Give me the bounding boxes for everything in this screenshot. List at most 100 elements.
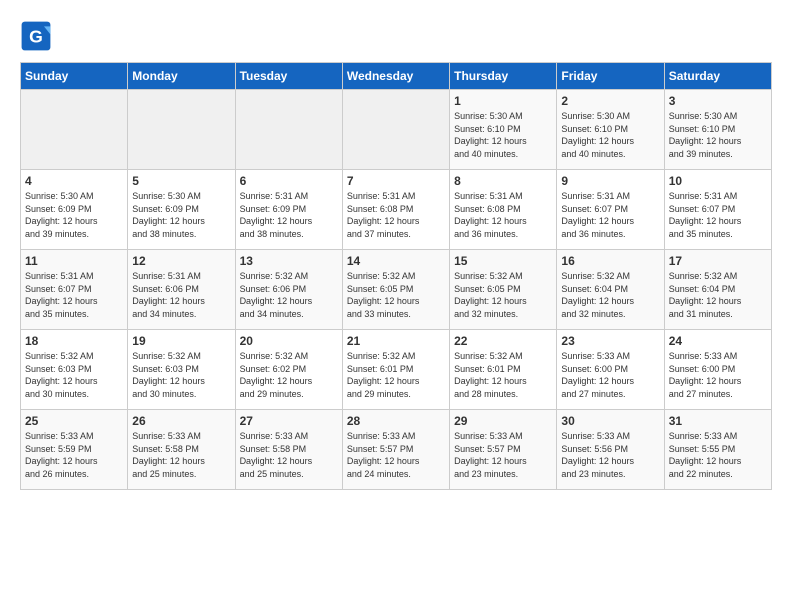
day-info: Sunrise: 5:32 AM Sunset: 6:01 PM Dayligh… (454, 350, 552, 400)
calendar-cell: 1 Sunrise: 5:30 AM Sunset: 6:10 PM Daylig… (450, 90, 557, 170)
calendar-cell: 27 Sunrise: 5:33 AM Sunset: 5:58 PM Dayli… (235, 410, 342, 490)
weekday-header: Sunday (21, 63, 128, 90)
day-number: 9 (561, 174, 659, 188)
day-number: 2 (561, 94, 659, 108)
calendar-cell: 22 Sunrise: 5:32 AM Sunset: 6:01 PM Dayli… (450, 330, 557, 410)
weekday-header: Thursday (450, 63, 557, 90)
day-info: Sunrise: 5:31 AM Sunset: 6:07 PM Dayligh… (669, 190, 767, 240)
day-info: Sunrise: 5:30 AM Sunset: 6:10 PM Dayligh… (561, 110, 659, 160)
weekday-header: Saturday (664, 63, 771, 90)
calendar-cell: 20Sunrise: 5:32 AM Sunset: 6:02 PM Dayli… (235, 330, 342, 410)
day-info: Sunrise: 5:31 AM Sunset: 6:07 PM Dayligh… (25, 270, 123, 320)
day-info: Sunrise: 5:32 AM Sunset: 6:01 PM Dayligh… (347, 350, 445, 400)
calendar-cell: 25 Sunrise: 5:33 AM Sunset: 5:59 PM Dayli… (21, 410, 128, 490)
day-info: Sunrise: 5:32 AM Sunset: 6:05 PM Dayligh… (454, 270, 552, 320)
calendar-cell: 10 Sunrise: 5:31 AM Sunset: 6:07 PM Dayli… (664, 170, 771, 250)
day-number: 3 (669, 94, 767, 108)
weekday-header: Friday (557, 63, 664, 90)
calendar-cell: 13Sunrise: 5:32 AM Sunset: 6:06 PM Dayli… (235, 250, 342, 330)
calendar-cell: 26 Sunrise: 5:33 AM Sunset: 5:58 PM Dayli… (128, 410, 235, 490)
weekday-header: Wednesday (342, 63, 449, 90)
day-info: Sunrise: 5:33 AM Sunset: 5:59 PM Dayligh… (25, 430, 123, 480)
day-info: Sunrise: 5:32 AM Sunset: 6:03 PM Dayligh… (25, 350, 123, 400)
day-info: Sunrise: 5:31 AM Sunset: 6:08 PM Dayligh… (454, 190, 552, 240)
calendar-cell: 2 Sunrise: 5:30 AM Sunset: 6:10 PM Daylig… (557, 90, 664, 170)
day-number: 20 (240, 334, 338, 348)
calendar-cell: 17 Sunrise: 5:32 AM Sunset: 6:04 PM Dayli… (664, 250, 771, 330)
day-info: Sunrise: 5:33 AM Sunset: 5:56 PM Dayligh… (561, 430, 659, 480)
day-number: 26 (132, 414, 230, 428)
day-number: 12 (132, 254, 230, 268)
day-info: Sunrise: 5:33 AM Sunset: 6:00 PM Dayligh… (669, 350, 767, 400)
day-info: Sunrise: 5:32 AM Sunset: 6:04 PM Dayligh… (669, 270, 767, 320)
calendar-week-row: 1 Sunrise: 5:30 AM Sunset: 6:10 PM Daylig… (21, 90, 772, 170)
day-number: 25 (25, 414, 123, 428)
day-number: 28 (347, 414, 445, 428)
calendar-week-row: 4Sunrise: 5:30 AM Sunset: 6:09 PM Daylig… (21, 170, 772, 250)
day-number: 7 (347, 174, 445, 188)
day-number: 24 (669, 334, 767, 348)
weekday-header: Monday (128, 63, 235, 90)
day-info: Sunrise: 5:30 AM Sunset: 6:09 PM Dayligh… (25, 190, 123, 240)
day-info: Sunrise: 5:32 AM Sunset: 6:05 PM Dayligh… (347, 270, 445, 320)
day-number: 10 (669, 174, 767, 188)
calendar-cell: 16Sunrise: 5:32 AM Sunset: 6:04 PM Dayli… (557, 250, 664, 330)
calendar-week-row: 25 Sunrise: 5:33 AM Sunset: 5:59 PM Dayli… (21, 410, 772, 490)
day-info: Sunrise: 5:31 AM Sunset: 6:09 PM Dayligh… (240, 190, 338, 240)
calendar-cell (21, 90, 128, 170)
day-number: 19 (132, 334, 230, 348)
day-number: 18 (25, 334, 123, 348)
day-number: 1 (454, 94, 552, 108)
day-info: Sunrise: 5:30 AM Sunset: 6:09 PM Dayligh… (132, 190, 230, 240)
day-info: Sunrise: 5:32 AM Sunset: 6:06 PM Dayligh… (240, 270, 338, 320)
header: G (20, 20, 772, 52)
calendar-cell: 28Sunrise: 5:33 AM Sunset: 5:57 PM Dayli… (342, 410, 449, 490)
day-number: 8 (454, 174, 552, 188)
day-info: Sunrise: 5:33 AM Sunset: 5:55 PM Dayligh… (669, 430, 767, 480)
day-number: 27 (240, 414, 338, 428)
logo: G (20, 20, 58, 52)
logo-icon: G (20, 20, 52, 52)
day-number: 21 (347, 334, 445, 348)
day-info: Sunrise: 5:31 AM Sunset: 6:07 PM Dayligh… (561, 190, 659, 240)
svg-text:G: G (29, 26, 43, 46)
calendar-week-row: 18 Sunrise: 5:32 AM Sunset: 6:03 PM Dayli… (21, 330, 772, 410)
calendar-cell: 15 Sunrise: 5:32 AM Sunset: 6:05 PM Dayli… (450, 250, 557, 330)
day-number: 17 (669, 254, 767, 268)
calendar-week-row: 11Sunrise: 5:31 AM Sunset: 6:07 PM Dayli… (21, 250, 772, 330)
day-info: Sunrise: 5:33 AM Sunset: 5:58 PM Dayligh… (132, 430, 230, 480)
calendar-cell (128, 90, 235, 170)
calendar-cell: 4Sunrise: 5:30 AM Sunset: 6:09 PM Daylig… (21, 170, 128, 250)
day-number: 22 (454, 334, 552, 348)
calendar-cell (342, 90, 449, 170)
day-info: Sunrise: 5:30 AM Sunset: 6:10 PM Dayligh… (669, 110, 767, 160)
calendar-cell: 9 Sunrise: 5:31 AM Sunset: 6:07 PM Daylig… (557, 170, 664, 250)
day-info: Sunrise: 5:31 AM Sunset: 6:08 PM Dayligh… (347, 190, 445, 240)
calendar-cell: 12 Sunrise: 5:31 AM Sunset: 6:06 PM Dayli… (128, 250, 235, 330)
day-number: 15 (454, 254, 552, 268)
day-number: 30 (561, 414, 659, 428)
calendar-cell: 3 Sunrise: 5:30 AM Sunset: 6:10 PM Daylig… (664, 90, 771, 170)
day-info: Sunrise: 5:31 AM Sunset: 6:06 PM Dayligh… (132, 270, 230, 320)
day-number: 16 (561, 254, 659, 268)
weekday-header-row: SundayMondayTuesdayWednesdayThursdayFrid… (21, 63, 772, 90)
calendar-cell: 30 Sunrise: 5:33 AM Sunset: 5:56 PM Dayli… (557, 410, 664, 490)
day-number: 14 (347, 254, 445, 268)
calendar-cell: 29Sunrise: 5:33 AM Sunset: 5:57 PM Dayli… (450, 410, 557, 490)
calendar-cell: 6 Sunrise: 5:31 AM Sunset: 6:09 PM Daylig… (235, 170, 342, 250)
calendar-cell: 24 Sunrise: 5:33 AM Sunset: 6:00 PM Dayli… (664, 330, 771, 410)
day-info: Sunrise: 5:33 AM Sunset: 5:58 PM Dayligh… (240, 430, 338, 480)
day-info: Sunrise: 5:30 AM Sunset: 6:10 PM Dayligh… (454, 110, 552, 160)
day-number: 29 (454, 414, 552, 428)
calendar-cell: 18 Sunrise: 5:32 AM Sunset: 6:03 PM Dayli… (21, 330, 128, 410)
calendar-cell (235, 90, 342, 170)
calendar-cell: 23Sunrise: 5:33 AM Sunset: 6:00 PM Dayli… (557, 330, 664, 410)
weekday-header: Tuesday (235, 63, 342, 90)
calendar-cell: 7 Sunrise: 5:31 AM Sunset: 6:08 PM Daylig… (342, 170, 449, 250)
calendar-cell: 19Sunrise: 5:32 AM Sunset: 6:03 PM Dayli… (128, 330, 235, 410)
calendar-cell: 31Sunrise: 5:33 AM Sunset: 5:55 PM Dayli… (664, 410, 771, 490)
calendar-cell: 11Sunrise: 5:31 AM Sunset: 6:07 PM Dayli… (21, 250, 128, 330)
calendar-table: SundayMondayTuesdayWednesdayThursdayFrid… (20, 62, 772, 490)
day-number: 6 (240, 174, 338, 188)
day-number: 5 (132, 174, 230, 188)
